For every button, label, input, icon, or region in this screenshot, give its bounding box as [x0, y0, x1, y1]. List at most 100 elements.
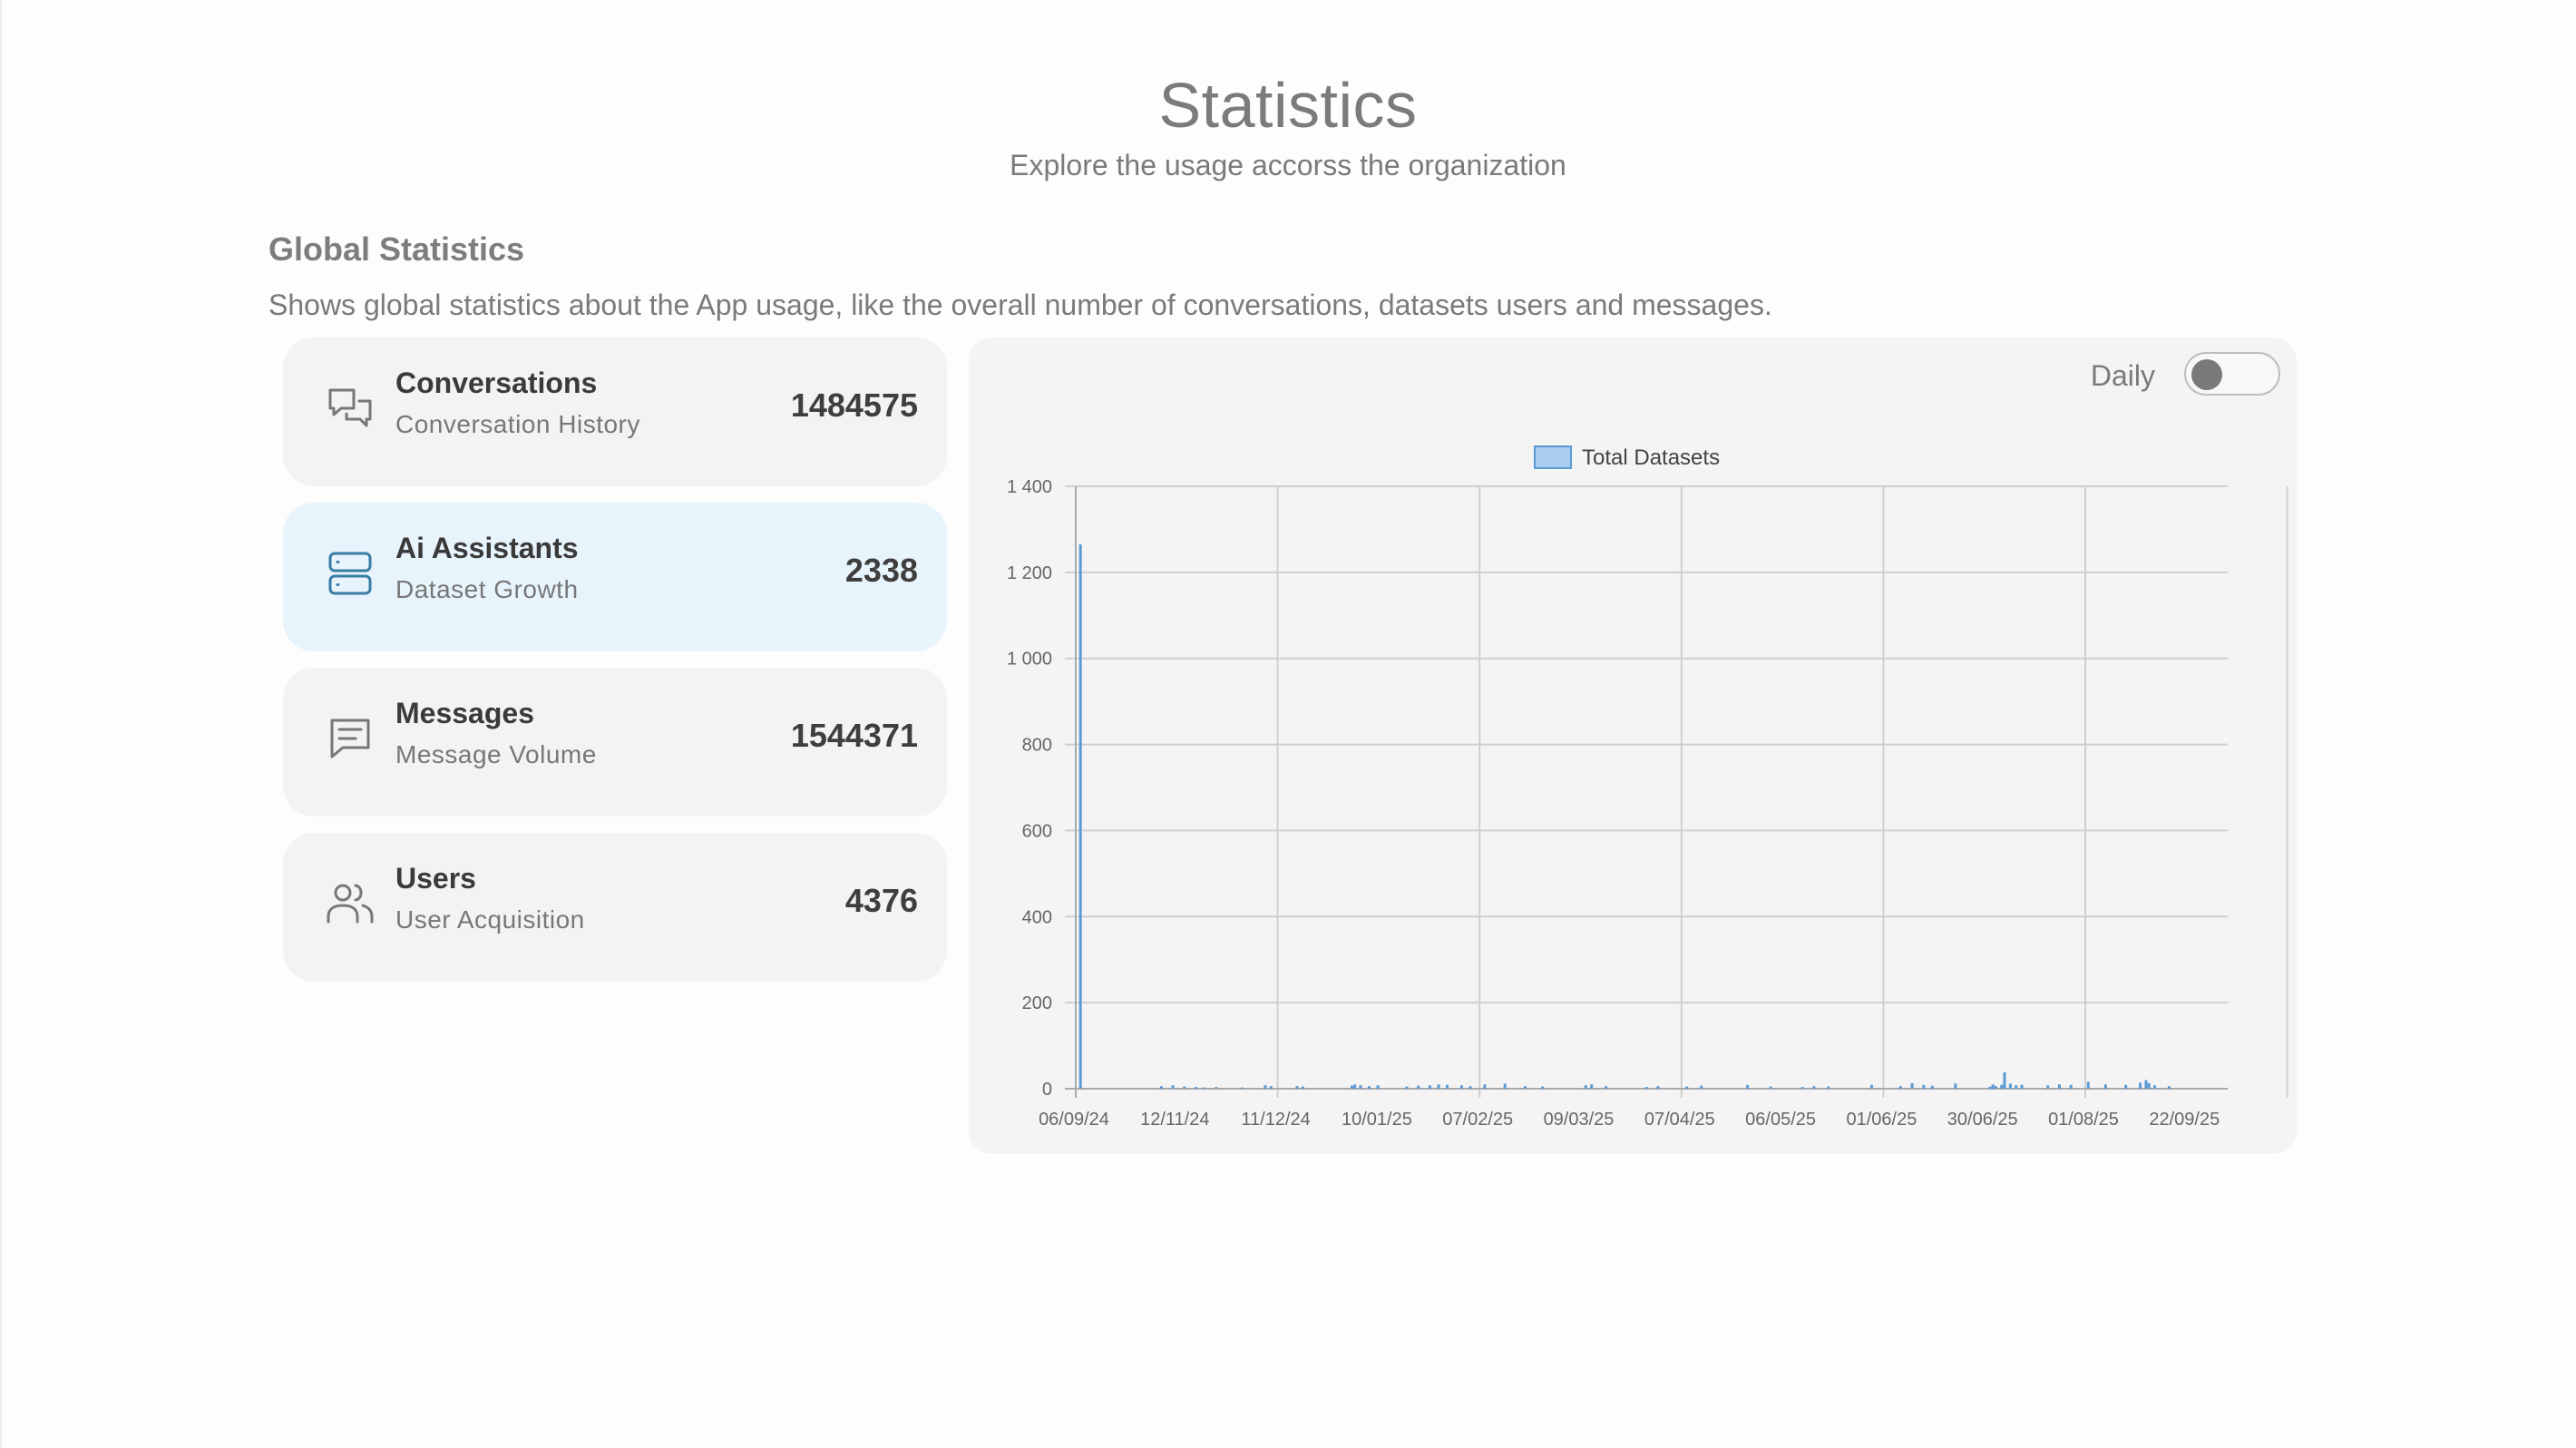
x-tick-label: 01/06/25: [1846, 1110, 1917, 1130]
data-bar: [2020, 1084, 2024, 1089]
data-bar: [2069, 1084, 2073, 1089]
data-bar: [1746, 1084, 1750, 1089]
data-bar: [1541, 1086, 1545, 1089]
stat-subtitle: Message Volume: [395, 740, 597, 768]
data-bar: [1215, 1087, 1218, 1089]
data-bar: [1417, 1085, 1420, 1089]
data-bar: [1898, 1086, 1902, 1089]
x-tick-label: 07/02/25: [1442, 1110, 1513, 1130]
x-tick-label: 11/12/24: [1241, 1110, 1310, 1130]
data-bar: [1988, 1086, 1992, 1089]
x-tick-label: 07/04/25: [1644, 1110, 1715, 1130]
stat-card-ai-assistants[interactable]: Ai Assistants Dataset Growth 2338: [283, 503, 947, 651]
stat-subtitle: Dataset Growth: [395, 575, 579, 603]
x-tick-label: 10/01/25: [1342, 1110, 1412, 1130]
data-bar: [1483, 1084, 1487, 1089]
stat-value: 4376: [844, 882, 918, 919]
data-bar: [1159, 1086, 1163, 1089]
window-edge: [0, 0, 2, 1448]
data-bar: [1459, 1085, 1463, 1089]
stat-title: Conversations: [395, 367, 598, 399]
x-tick-label: 12/11/24: [1140, 1110, 1209, 1130]
data-bar: [2167, 1086, 2171, 1089]
data-bar: [1171, 1085, 1175, 1089]
x-tick-label: 01/08/25: [2048, 1110, 2119, 1130]
x-tick-label: 06/09/24: [1039, 1110, 1109, 1130]
stat-subtitle: Conversation History: [395, 410, 640, 438]
data-bar: [2103, 1084, 2107, 1089]
data-bar: [1954, 1083, 1957, 1089]
dataset-bar-chart: 0 200 400 600 800 1 000 1 200 1 400 06/09/24 12/1…: [1007, 445, 2288, 1130]
data-bar: [2153, 1085, 2157, 1089]
y-tick-label: 200: [1022, 993, 1052, 1013]
y-tick-label: 1 400: [1007, 477, 1052, 497]
data-bar: [1405, 1086, 1409, 1089]
stat-value: 1484575: [790, 386, 918, 424]
data-bar: [1800, 1087, 1804, 1089]
data-bar: [1656, 1086, 1660, 1089]
data-bar: [1685, 1086, 1689, 1089]
data-bar: [1870, 1084, 1874, 1089]
stat-title: Ai Assistants: [395, 532, 579, 564]
data-bar: [1240, 1087, 1244, 1089]
x-tick-label: 30/06/25: [1947, 1110, 2018, 1130]
data-bar: [1183, 1086, 1186, 1089]
server-icon: [325, 548, 376, 599]
data-bar: [1910, 1082, 1914, 1089]
stat-value: 1544371: [790, 717, 918, 754]
data-bar: [1605, 1086, 1608, 1089]
data-bar: [2086, 1081, 2090, 1089]
section-description: Shows global statistics about the App us…: [268, 289, 1772, 321]
data-bar: [1353, 1084, 1357, 1089]
data-bar: [1590, 1084, 1594, 1089]
data-bar: [1368, 1086, 1371, 1089]
data-bar: [2000, 1084, 2004, 1089]
stat-title: Messages: [395, 697, 534, 729]
data-bar: [1359, 1085, 1362, 1089]
data-bar: [1812, 1086, 1816, 1089]
y-tick-label: 0: [1042, 1080, 1052, 1100]
data-bar: [1523, 1086, 1527, 1089]
data-bar: [2046, 1085, 2050, 1089]
data-bar: [2124, 1084, 2128, 1089]
data-bar: [1700, 1085, 1703, 1089]
data-bar: [1446, 1084, 1449, 1089]
data-bar: [1295, 1086, 1299, 1089]
data-bar: [2008, 1083, 2012, 1089]
data-bar: [2144, 1080, 2148, 1089]
data-bar: [1078, 544, 1082, 1089]
data-bar: [2015, 1085, 2018, 1089]
data-bar: [1644, 1087, 1648, 1089]
data-bar: [1469, 1086, 1472, 1089]
stat-value: 2338: [844, 552, 918, 589]
y-tick-label: 1 000: [1007, 650, 1052, 670]
x-tick-label: 22/09/25: [2149, 1110, 2220, 1130]
data-bar: [1827, 1086, 1830, 1089]
stat-title: Users: [395, 862, 476, 895]
data-bar: [1428, 1085, 1431, 1089]
y-tick-label: 800: [1022, 736, 1052, 756]
stat-card-users[interactable]: Users User Acquisition 4376: [283, 833, 947, 982]
data-bar: [1264, 1085, 1267, 1089]
conversations-icon: [325, 383, 376, 434]
stat-card-conversations[interactable]: Conversations Conversation History 14845…: [283, 338, 947, 486]
users-icon: [325, 878, 376, 929]
x-tick-label: 06/05/25: [1745, 1110, 1816, 1130]
data-bar: [1991, 1084, 1995, 1089]
data-bar: [1503, 1083, 1507, 1089]
data-bar: [1584, 1085, 1587, 1089]
legend-label: Total Datasets: [1582, 445, 1720, 470]
data-bar: [1195, 1087, 1198, 1089]
data-bar: [1269, 1086, 1273, 1089]
stat-card-messages[interactable]: Messages Message Volume 1544371: [283, 668, 947, 817]
data-bar: [1376, 1085, 1380, 1089]
y-tick-label: 1 200: [1007, 563, 1052, 583]
message-icon: [325, 713, 376, 764]
data-bar: [1437, 1084, 1440, 1089]
section-title: Global Statistics: [268, 230, 525, 268]
data-bar: [2139, 1082, 2142, 1089]
x-tick-label: 09/03/25: [1544, 1110, 1615, 1130]
data-bar: [1994, 1086, 1997, 1089]
y-tick-label: 400: [1022, 907, 1052, 927]
chart-panel: Daily 0 200 400 600 800 1 000 1 200 1 400 06/09/…: [969, 338, 2297, 1154]
